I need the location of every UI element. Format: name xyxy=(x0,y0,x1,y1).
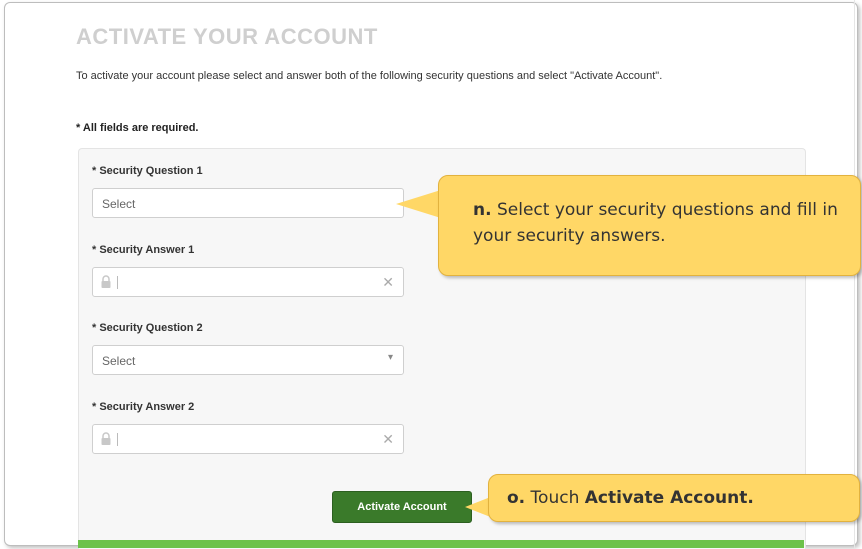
close-icon[interactable]: ✕ xyxy=(382,431,394,448)
panel-accent-bar xyxy=(78,540,804,548)
callout-o-text: Touch xyxy=(530,488,580,508)
required-note: * All fields are required. xyxy=(76,122,199,134)
callout-o-bold-text: Activate Account. xyxy=(584,488,754,508)
callout-n-text: Select your security questions and fill … xyxy=(473,200,838,246)
intro-text: To activate your account please select a… xyxy=(76,70,663,82)
chevron-down-icon: ▾ xyxy=(387,352,393,363)
text-cursor xyxy=(117,276,118,289)
security-answer-2-field[interactable]: ✕ xyxy=(92,424,404,454)
security-answer-1-label: * Security Answer 1 xyxy=(92,244,195,256)
security-answer-2-label: * Security Answer 2 xyxy=(92,401,195,413)
callout-n: n. Select your security questions and fi… xyxy=(438,175,861,276)
text-cursor xyxy=(117,433,118,446)
callout-o: o. Touch Activate Account. xyxy=(488,474,860,522)
security-question-1-value: Select xyxy=(102,197,136,211)
security-question-2-value: Select xyxy=(102,354,136,368)
security-question-1-select[interactable]: Select xyxy=(92,188,404,218)
callout-n-letter: n. xyxy=(473,200,492,220)
activate-account-button[interactable]: Activate Account xyxy=(332,491,472,523)
page-title: ACTIVATE YOUR ACCOUNT xyxy=(76,24,378,49)
close-icon[interactable]: ✕ xyxy=(382,274,394,291)
security-question-2-select[interactable]: Select ▾ xyxy=(92,345,404,375)
lock-icon xyxy=(101,432,111,445)
security-question-1-label: * Security Question 1 xyxy=(92,165,203,177)
lock-icon xyxy=(101,275,111,288)
security-answer-1-field[interactable]: ✕ xyxy=(92,267,404,297)
callout-o-letter: o. xyxy=(507,488,526,508)
security-question-2-label: * Security Question 2 xyxy=(92,322,203,334)
